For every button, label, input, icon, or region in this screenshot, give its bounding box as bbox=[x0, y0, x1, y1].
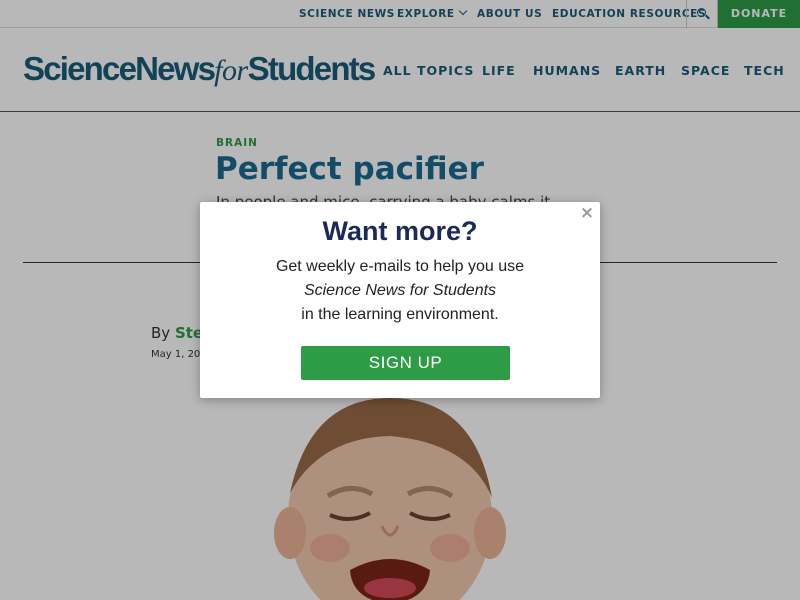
modal-text-line-2: Science News for Students bbox=[303, 282, 497, 299]
modal-title: Want more? bbox=[322, 216, 478, 246]
modal-text-line-3: in the learning environment. bbox=[301, 306, 499, 323]
newsletter-modal: × Want more? Get weekly e-mails to help … bbox=[200, 202, 600, 398]
sign-up-button[interactable]: SIGN UP bbox=[301, 346, 510, 380]
modal-text-line-1: Get weekly e-mails to help you use bbox=[275, 258, 525, 275]
